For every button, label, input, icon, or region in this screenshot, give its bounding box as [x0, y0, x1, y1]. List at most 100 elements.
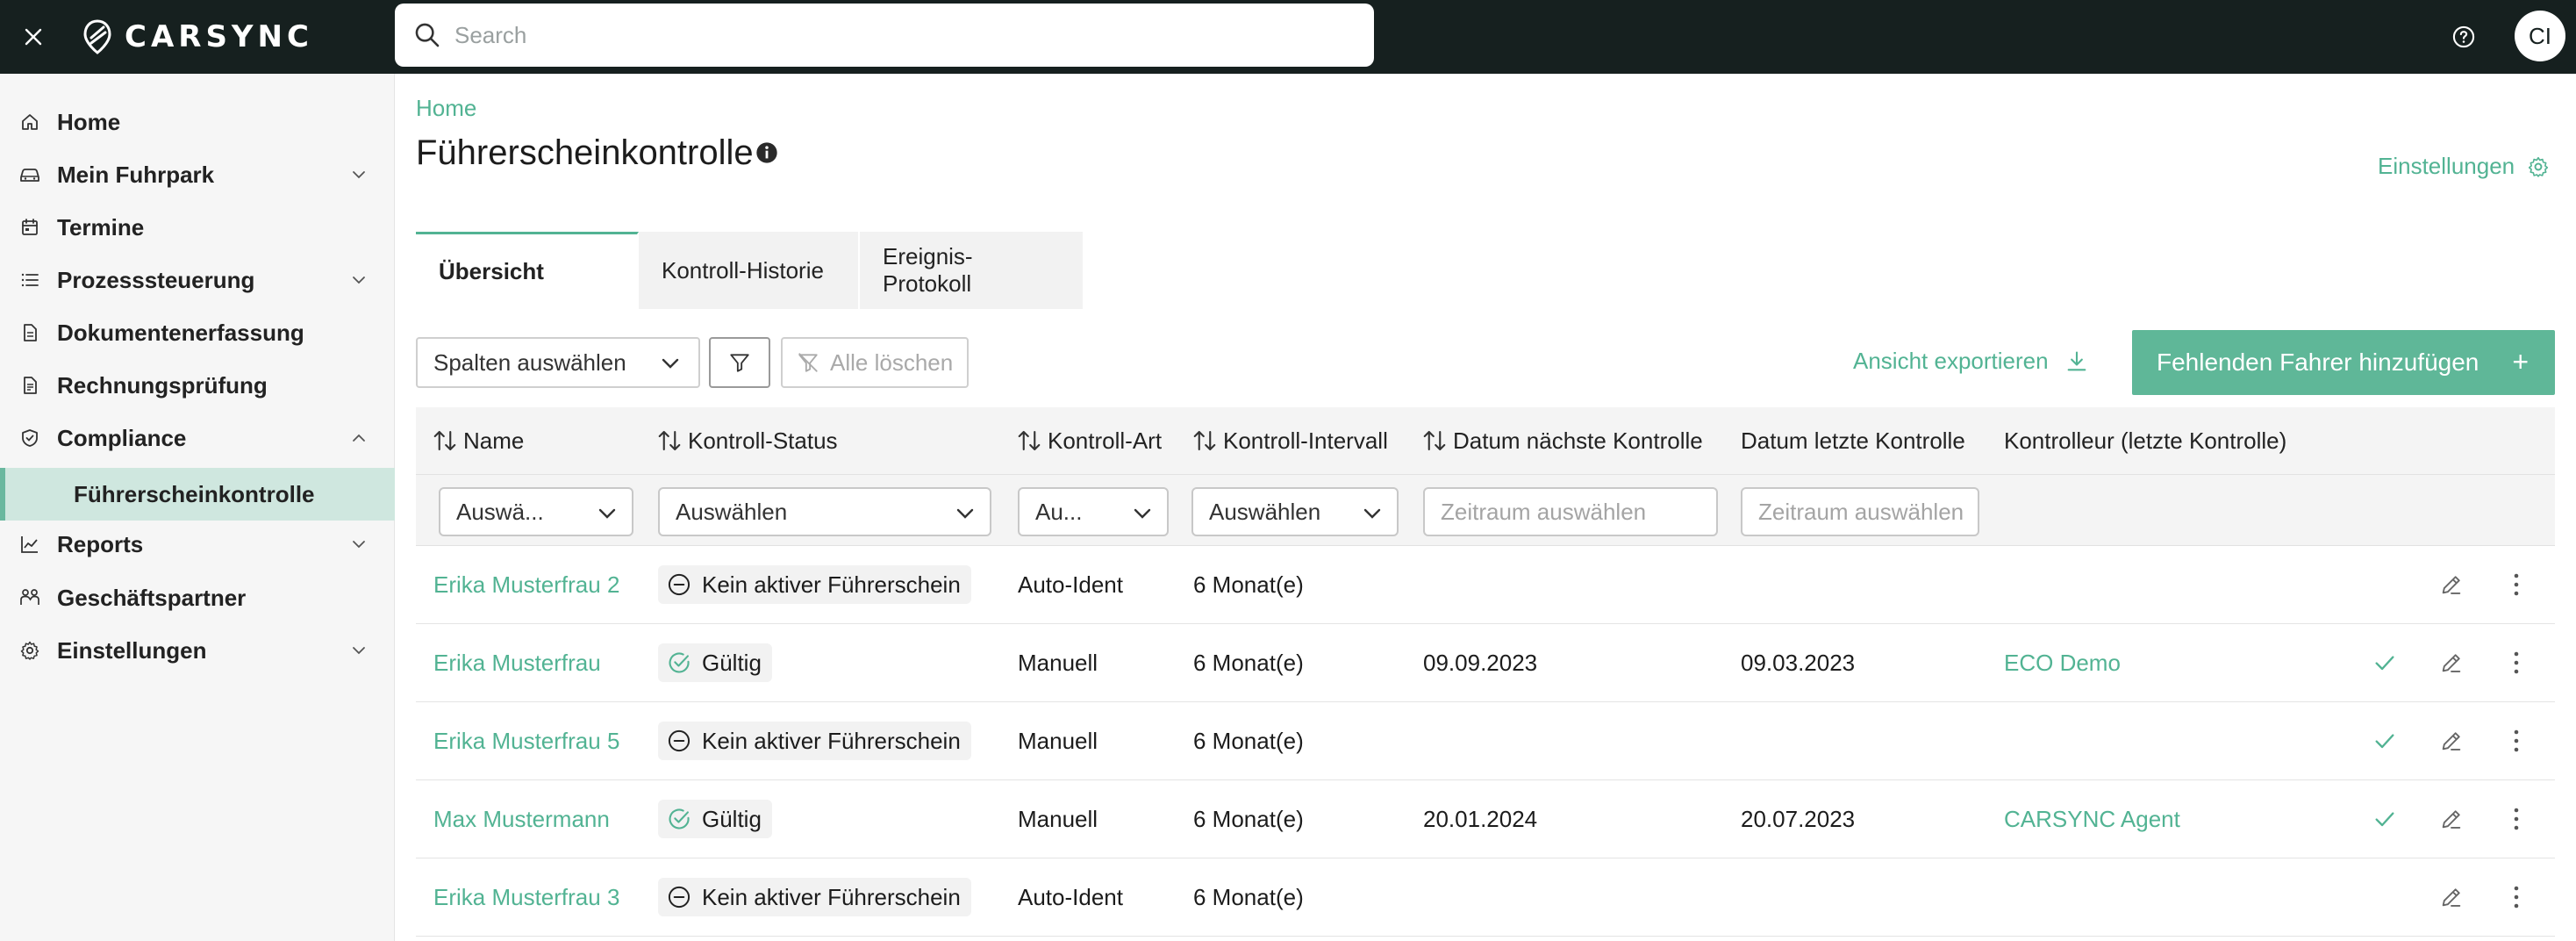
table-row: Erika Musterfrau Gültig Manuell 6 Monat(… — [416, 624, 2555, 702]
edit-icon[interactable] — [2437, 727, 2465, 755]
art-filter-select[interactable]: Au... — [1018, 487, 1169, 536]
column-header-label: Kontroll-Art — [1048, 427, 1163, 454]
sidebar-item-einstellungen[interactable]: Einstellungen — [0, 624, 395, 677]
sidebar-item-dokumentenerfassung[interactable]: Dokumentenerfassung — [0, 306, 395, 359]
columns-select[interactable]: Spalten auswählen — [416, 337, 700, 388]
driver-name-link[interactable]: Erika Musterfrau 3 — [433, 858, 619, 937]
edit-icon[interactable] — [2437, 883, 2465, 911]
sidebar-item-prozesssteuerung[interactable]: Prozesssteuerung — [0, 254, 395, 306]
search-bar[interactable] — [395, 4, 1374, 67]
plus-icon: + — [2512, 346, 2529, 377]
sidebar-item-geschaeftspartner[interactable]: Geschäftspartner — [0, 571, 395, 624]
controller-link[interactable]: ECO Demo — [2004, 624, 2121, 702]
column-header-kontroll-art[interactable]: Kontroll-Art — [1016, 407, 1162, 474]
export-view-link[interactable]: Ansicht exportieren — [1853, 348, 2089, 375]
avatar[interactable]: CI — [2515, 11, 2565, 61]
close-icon[interactable] — [18, 21, 49, 53]
chart-icon — [18, 532, 42, 557]
download-icon — [2067, 350, 2086, 370]
sort-icon — [1193, 430, 1216, 451]
info-icon[interactable] — [755, 140, 779, 165]
carsync-logo[interactable]: CARSYNC — [82, 16, 313, 58]
sidebar-item-label: Geschäftspartner — [57, 584, 247, 611]
search-input[interactable] — [454, 21, 1332, 49]
kontroll-intervall: 6 Monat(e) — [1193, 806, 1304, 832]
sidebar-item-fuhrpark[interactable]: Mein Fuhrpark — [0, 148, 395, 201]
filter-off-icon — [798, 353, 818, 372]
top-bar: CARSYNC CI — [0, 0, 2576, 74]
help-icon[interactable] — [2446, 19, 2481, 54]
table-row: Erika Musterfrau 3 Kein aktiver Führersc… — [416, 858, 2555, 937]
tab-uebersicht[interactable]: Übersicht — [416, 232, 639, 309]
sidebar-item-label: Rechnungsprüfung — [57, 371, 268, 399]
status-badge: Gültig — [658, 800, 772, 838]
column-header-name[interactable]: Name — [432, 407, 524, 474]
edit-icon[interactable] — [2437, 805, 2465, 833]
kontroll-art: Auto-Ident — [1018, 884, 1123, 910]
last-date-range-input[interactable]: Zeitraum auswählen — [1741, 487, 1979, 536]
driver-name-link[interactable]: Erika Musterfrau 5 — [433, 702, 619, 780]
sidebar-item-rechnungspruefung[interactable]: Rechnungsprüfung — [0, 359, 395, 412]
shield-icon — [18, 426, 42, 450]
chevron-down-icon — [1363, 508, 1381, 519]
tab-ereignis-protokoll[interactable]: Ereignis-Protokoll — [860, 232, 1084, 309]
filter-button[interactable] — [709, 337, 770, 388]
sidebar-item-label: Home — [57, 108, 121, 135]
sidebar-item-home[interactable]: Home — [0, 96, 395, 148]
driver-name-link[interactable]: Erika Musterfrau — [433, 624, 601, 702]
logo-mark-icon — [83, 19, 111, 54]
sidebar-item-termine[interactable]: Termine — [0, 201, 395, 254]
column-header-kontroll-status[interactable]: Kontroll-Status — [656, 407, 838, 474]
edit-icon[interactable] — [2437, 571, 2465, 599]
table-row: Erika Musterfrau 5 Kein aktiver Führersc… — [416, 702, 2555, 780]
check-circle-icon — [669, 652, 690, 673]
more-options-icon[interactable] — [2502, 571, 2530, 599]
next-date-range-input[interactable]: Zeitraum auswählen — [1423, 487, 1718, 536]
more-options-icon[interactable] — [2502, 727, 2530, 755]
driver-name-link[interactable]: Erika Musterfrau 2 — [433, 546, 619, 624]
more-options-icon[interactable] — [2502, 805, 2530, 833]
sidebar-item-reports[interactable]: Reports — [0, 518, 395, 571]
table-row: Max Mustermann Gültig Manuell 6 Monat(e)… — [416, 780, 2555, 858]
export-view-label: Ansicht exportieren — [1853, 348, 2049, 374]
sidebar-item-compliance[interactable]: Compliance — [0, 412, 395, 464]
more-options-icon[interactable] — [2502, 649, 2530, 677]
column-header-kontroll-intervall[interactable]: Kontroll-Intervall — [1191, 407, 1388, 474]
table-filter-row: Auswä... Auswählen Au... Auswählen Zeitr… — [416, 474, 2555, 546]
sort-icon — [1018, 430, 1041, 451]
settings-link[interactable]: Einstellungen — [2378, 153, 2550, 180]
chevron-down-icon — [598, 508, 616, 519]
edit-icon[interactable] — [2437, 649, 2465, 677]
tab-bar: Übersicht Kontroll-Historie Ereignis-Pro… — [416, 232, 1084, 309]
sidebar-item-label: Dokumentenerfassung — [57, 319, 304, 346]
tab-kontroll-historie[interactable]: Kontroll-Historie — [639, 232, 860, 309]
filter-value: Auswä... — [456, 498, 544, 525]
check-icon[interactable] — [2371, 727, 2399, 755]
name-filter-select[interactable]: Auswä... — [439, 487, 633, 536]
column-header-datum-naechste-kontrolle[interactable]: Datum nächste Kontrolle — [1421, 407, 1703, 474]
sidebar-item-label: Einstellungen — [57, 636, 207, 664]
column-header-label: Datum letzte Kontrolle — [1741, 427, 1965, 454]
driver-name-link[interactable]: Max Mustermann — [433, 780, 610, 858]
column-header-label: Datum nächste Kontrolle — [1453, 427, 1703, 454]
interval-filter-select[interactable]: Auswählen — [1191, 487, 1399, 536]
car-icon — [18, 162, 42, 187]
sidebar: Home Mein Fuhrpark Termine Prozesssteuer… — [0, 74, 395, 941]
page-title: Führerscheinkontrolle — [416, 133, 754, 172]
kontroll-intervall: 6 Monat(e) — [1193, 650, 1304, 676]
check-icon[interactable] — [2371, 649, 2399, 677]
sidebar-item-label: Prozesssteuerung — [57, 266, 255, 293]
breadcrumb[interactable]: Home — [416, 95, 476, 122]
status-filter-select[interactable]: Auswählen — [658, 487, 991, 536]
sidebar-item-fuehrerscheinkontrolle[interactable]: Führerscheinkontrolle — [0, 468, 395, 521]
clear-all-button[interactable]: Alle löschen — [781, 337, 969, 388]
column-header-datum-letzte-kontrolle: Datum letzte Kontrolle — [1741, 407, 1965, 474]
controller-link[interactable]: CARSYNC Agent — [2004, 780, 2180, 858]
calendar-icon — [18, 215, 42, 240]
add-missing-driver-button[interactable]: Fehlenden Fahrer hinzufügen + — [2132, 330, 2555, 395]
chevron-down-icon — [662, 358, 679, 369]
kontroll-intervall: 6 Monat(e) — [1193, 728, 1304, 754]
column-header-label: Name — [463, 427, 525, 454]
more-options-icon[interactable] — [2502, 883, 2530, 911]
check-icon[interactable] — [2371, 805, 2399, 833]
